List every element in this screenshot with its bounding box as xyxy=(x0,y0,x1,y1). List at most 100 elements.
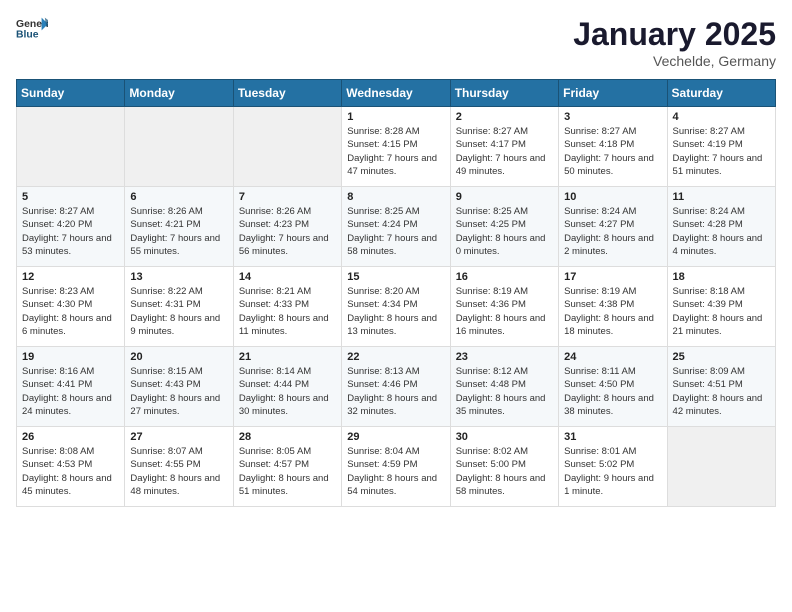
calendar-cell: 5 Sunrise: 8:27 AM Sunset: 4:20 PM Daylig… xyxy=(17,187,125,267)
day-number: 19 xyxy=(22,351,119,363)
day-number: 26 xyxy=(22,431,119,443)
day-number: 1 xyxy=(347,111,444,123)
day-number: 5 xyxy=(22,191,119,203)
day-info: Sunrise: 8:20 AM Sunset: 4:34 PM Dayligh… xyxy=(347,285,444,338)
header-day-sunday: Sunday xyxy=(17,80,125,107)
week-row-5: 26 Sunrise: 8:08 AM Sunset: 4:53 PM Dayli… xyxy=(17,427,776,507)
day-number: 27 xyxy=(130,431,227,443)
calendar-cell: 17 Sunrise: 8:19 AM Sunset: 4:38 PM Dayli… xyxy=(559,267,667,347)
calendar-cell: 18Sunrise: 8:18 AM Sunset: 4:39 PM Dayli… xyxy=(667,267,775,347)
day-number: 8 xyxy=(347,191,444,203)
day-info: Sunrise: 8:11 AM Sunset: 4:50 PM Dayligh… xyxy=(564,365,661,418)
calendar-cell: 4 Sunrise: 8:27 AM Sunset: 4:19 PM Daylig… xyxy=(667,107,775,187)
day-info: Sunrise: 8:19 AM Sunset: 4:36 PM Dayligh… xyxy=(456,285,553,338)
calendar-cell: 9Sunrise: 8:25 AM Sunset: 4:25 PM Daylig… xyxy=(450,187,558,267)
day-number: 9 xyxy=(456,191,553,203)
calendar-header: SundayMondayTuesdayWednesdayThursdayFrid… xyxy=(17,80,776,107)
subtitle: Vechelde, Germany xyxy=(573,53,776,69)
svg-text:Blue: Blue xyxy=(16,30,39,41)
day-number: 24 xyxy=(564,351,661,363)
day-info: Sunrise: 8:21 AM Sunset: 4:33 PM Dayligh… xyxy=(239,285,336,338)
day-info: Sunrise: 8:13 AM Sunset: 4:46 PM Dayligh… xyxy=(347,365,444,418)
day-number: 10 xyxy=(564,191,661,203)
calendar-cell: 23 Sunrise: 8:12 AM Sunset: 4:48 PM Dayli… xyxy=(450,347,558,427)
calendar-cell: 12 Sunrise: 8:23 AM Sunset: 4:30 PM Dayli… xyxy=(17,267,125,347)
day-info: Sunrise: 8:27 AM Sunset: 4:19 PM Dayligh… xyxy=(673,125,770,178)
day-info: Sunrise: 8:14 AM Sunset: 4:44 PM Dayligh… xyxy=(239,365,336,418)
day-number: 31 xyxy=(564,431,661,443)
calendar-cell: 28 Sunrise: 8:05 AM Sunset: 4:57 PM Dayli… xyxy=(233,427,341,507)
week-row-1: 1 Sunrise: 8:28 AM Sunset: 4:15 PM Daylig… xyxy=(17,107,776,187)
day-number: 25 xyxy=(673,351,770,363)
day-info: Sunrise: 8:08 AM Sunset: 4:53 PM Dayligh… xyxy=(22,445,119,498)
calendar-table: SundayMondayTuesdayWednesdayThursdayFrid… xyxy=(16,79,776,507)
logo-icon: General Blue xyxy=(16,16,48,44)
header-day-wednesday: Wednesday xyxy=(342,80,450,107)
calendar-cell: 29 Sunrise: 8:04 AM Sunset: 4:59 PM Dayli… xyxy=(342,427,450,507)
calendar-cell: 19Sunrise: 8:16 AM Sunset: 4:41 PM Dayli… xyxy=(17,347,125,427)
header-day-friday: Friday xyxy=(559,80,667,107)
day-info: Sunrise: 8:28 AM Sunset: 4:15 PM Dayligh… xyxy=(347,125,444,178)
day-number: 20 xyxy=(130,351,227,363)
week-row-3: 12 Sunrise: 8:23 AM Sunset: 4:30 PM Dayli… xyxy=(17,267,776,347)
main-title: January 2025 xyxy=(573,16,776,53)
day-info: Sunrise: 8:19 AM Sunset: 4:38 PM Dayligh… xyxy=(564,285,661,338)
calendar-cell: 13 Sunrise: 8:22 AM Sunset: 4:31 PM Dayli… xyxy=(125,267,233,347)
day-info: Sunrise: 8:01 AM Sunset: 5:02 PM Dayligh… xyxy=(564,445,661,498)
calendar-cell: 24 Sunrise: 8:11 AM Sunset: 4:50 PM Dayli… xyxy=(559,347,667,427)
calendar-cell: 30Sunrise: 8:02 AM Sunset: 5:00 PM Dayli… xyxy=(450,427,558,507)
day-info: Sunrise: 8:12 AM Sunset: 4:48 PM Dayligh… xyxy=(456,365,553,418)
day-number: 17 xyxy=(564,271,661,283)
day-number: 14 xyxy=(239,271,336,283)
day-number: 29 xyxy=(347,431,444,443)
day-number: 15 xyxy=(347,271,444,283)
calendar-cell: 26 Sunrise: 8:08 AM Sunset: 4:53 PM Dayli… xyxy=(17,427,125,507)
header-day-tuesday: Tuesday xyxy=(233,80,341,107)
day-info: Sunrise: 8:26 AM Sunset: 4:21 PM Dayligh… xyxy=(130,205,227,258)
calendar-cell: 11 Sunrise: 8:24 AM Sunset: 4:28 PM Dayli… xyxy=(667,187,775,267)
day-number: 18 xyxy=(673,271,770,283)
day-info: Sunrise: 8:04 AM Sunset: 4:59 PM Dayligh… xyxy=(347,445,444,498)
day-info: Sunrise: 8:24 AM Sunset: 4:28 PM Dayligh… xyxy=(673,205,770,258)
day-number: 2 xyxy=(456,111,553,123)
day-info: Sunrise: 8:09 AM Sunset: 4:51 PM Dayligh… xyxy=(673,365,770,418)
day-number: 6 xyxy=(130,191,227,203)
day-info: Sunrise: 8:05 AM Sunset: 4:57 PM Dayligh… xyxy=(239,445,336,498)
calendar-body: 1 Sunrise: 8:28 AM Sunset: 4:15 PM Daylig… xyxy=(17,107,776,507)
calendar-cell xyxy=(125,107,233,187)
day-number: 13 xyxy=(130,271,227,283)
day-number: 4 xyxy=(673,111,770,123)
day-info: Sunrise: 8:27 AM Sunset: 4:20 PM Dayligh… xyxy=(22,205,119,258)
day-info: Sunrise: 8:25 AM Sunset: 4:24 PM Dayligh… xyxy=(347,205,444,258)
calendar-cell: 10 Sunrise: 8:24 AM Sunset: 4:27 PM Dayli… xyxy=(559,187,667,267)
calendar-cell xyxy=(233,107,341,187)
calendar-cell: 14 Sunrise: 8:21 AM Sunset: 4:33 PM Dayli… xyxy=(233,267,341,347)
day-info: Sunrise: 8:27 AM Sunset: 4:17 PM Dayligh… xyxy=(456,125,553,178)
calendar-cell: 1 Sunrise: 8:28 AM Sunset: 4:15 PM Daylig… xyxy=(342,107,450,187)
day-number: 11 xyxy=(673,191,770,203)
day-info: Sunrise: 8:15 AM Sunset: 4:43 PM Dayligh… xyxy=(130,365,227,418)
calendar-cell xyxy=(17,107,125,187)
day-info: Sunrise: 8:24 AM Sunset: 4:27 PM Dayligh… xyxy=(564,205,661,258)
calendar-cell xyxy=(667,427,775,507)
logo: General Blue xyxy=(16,16,48,44)
day-number: 22 xyxy=(347,351,444,363)
calendar-cell: 22 Sunrise: 8:13 AM Sunset: 4:46 PM Dayli… xyxy=(342,347,450,427)
header-day-thursday: Thursday xyxy=(450,80,558,107)
day-info: Sunrise: 8:02 AM Sunset: 5:00 PM Dayligh… xyxy=(456,445,553,498)
week-row-4: 19Sunrise: 8:16 AM Sunset: 4:41 PM Dayli… xyxy=(17,347,776,427)
day-number: 12 xyxy=(22,271,119,283)
day-number: 23 xyxy=(456,351,553,363)
week-row-2: 5 Sunrise: 8:27 AM Sunset: 4:20 PM Daylig… xyxy=(17,187,776,267)
calendar-cell: 3Sunrise: 8:27 AM Sunset: 4:18 PM Daylig… xyxy=(559,107,667,187)
day-info: Sunrise: 8:22 AM Sunset: 4:31 PM Dayligh… xyxy=(130,285,227,338)
title-area: January 2025 Vechelde, Germany xyxy=(573,16,776,69)
day-number: 28 xyxy=(239,431,336,443)
calendar-cell: 21 Sunrise: 8:14 AM Sunset: 4:44 PM Dayli… xyxy=(233,347,341,427)
day-number: 3 xyxy=(564,111,661,123)
calendar-cell: 27Sunrise: 8:07 AM Sunset: 4:55 PM Dayli… xyxy=(125,427,233,507)
header-row: SundayMondayTuesdayWednesdayThursdayFrid… xyxy=(17,80,776,107)
day-number: 21 xyxy=(239,351,336,363)
day-info: Sunrise: 8:23 AM Sunset: 4:30 PM Dayligh… xyxy=(22,285,119,338)
day-info: Sunrise: 8:26 AM Sunset: 4:23 PM Dayligh… xyxy=(239,205,336,258)
